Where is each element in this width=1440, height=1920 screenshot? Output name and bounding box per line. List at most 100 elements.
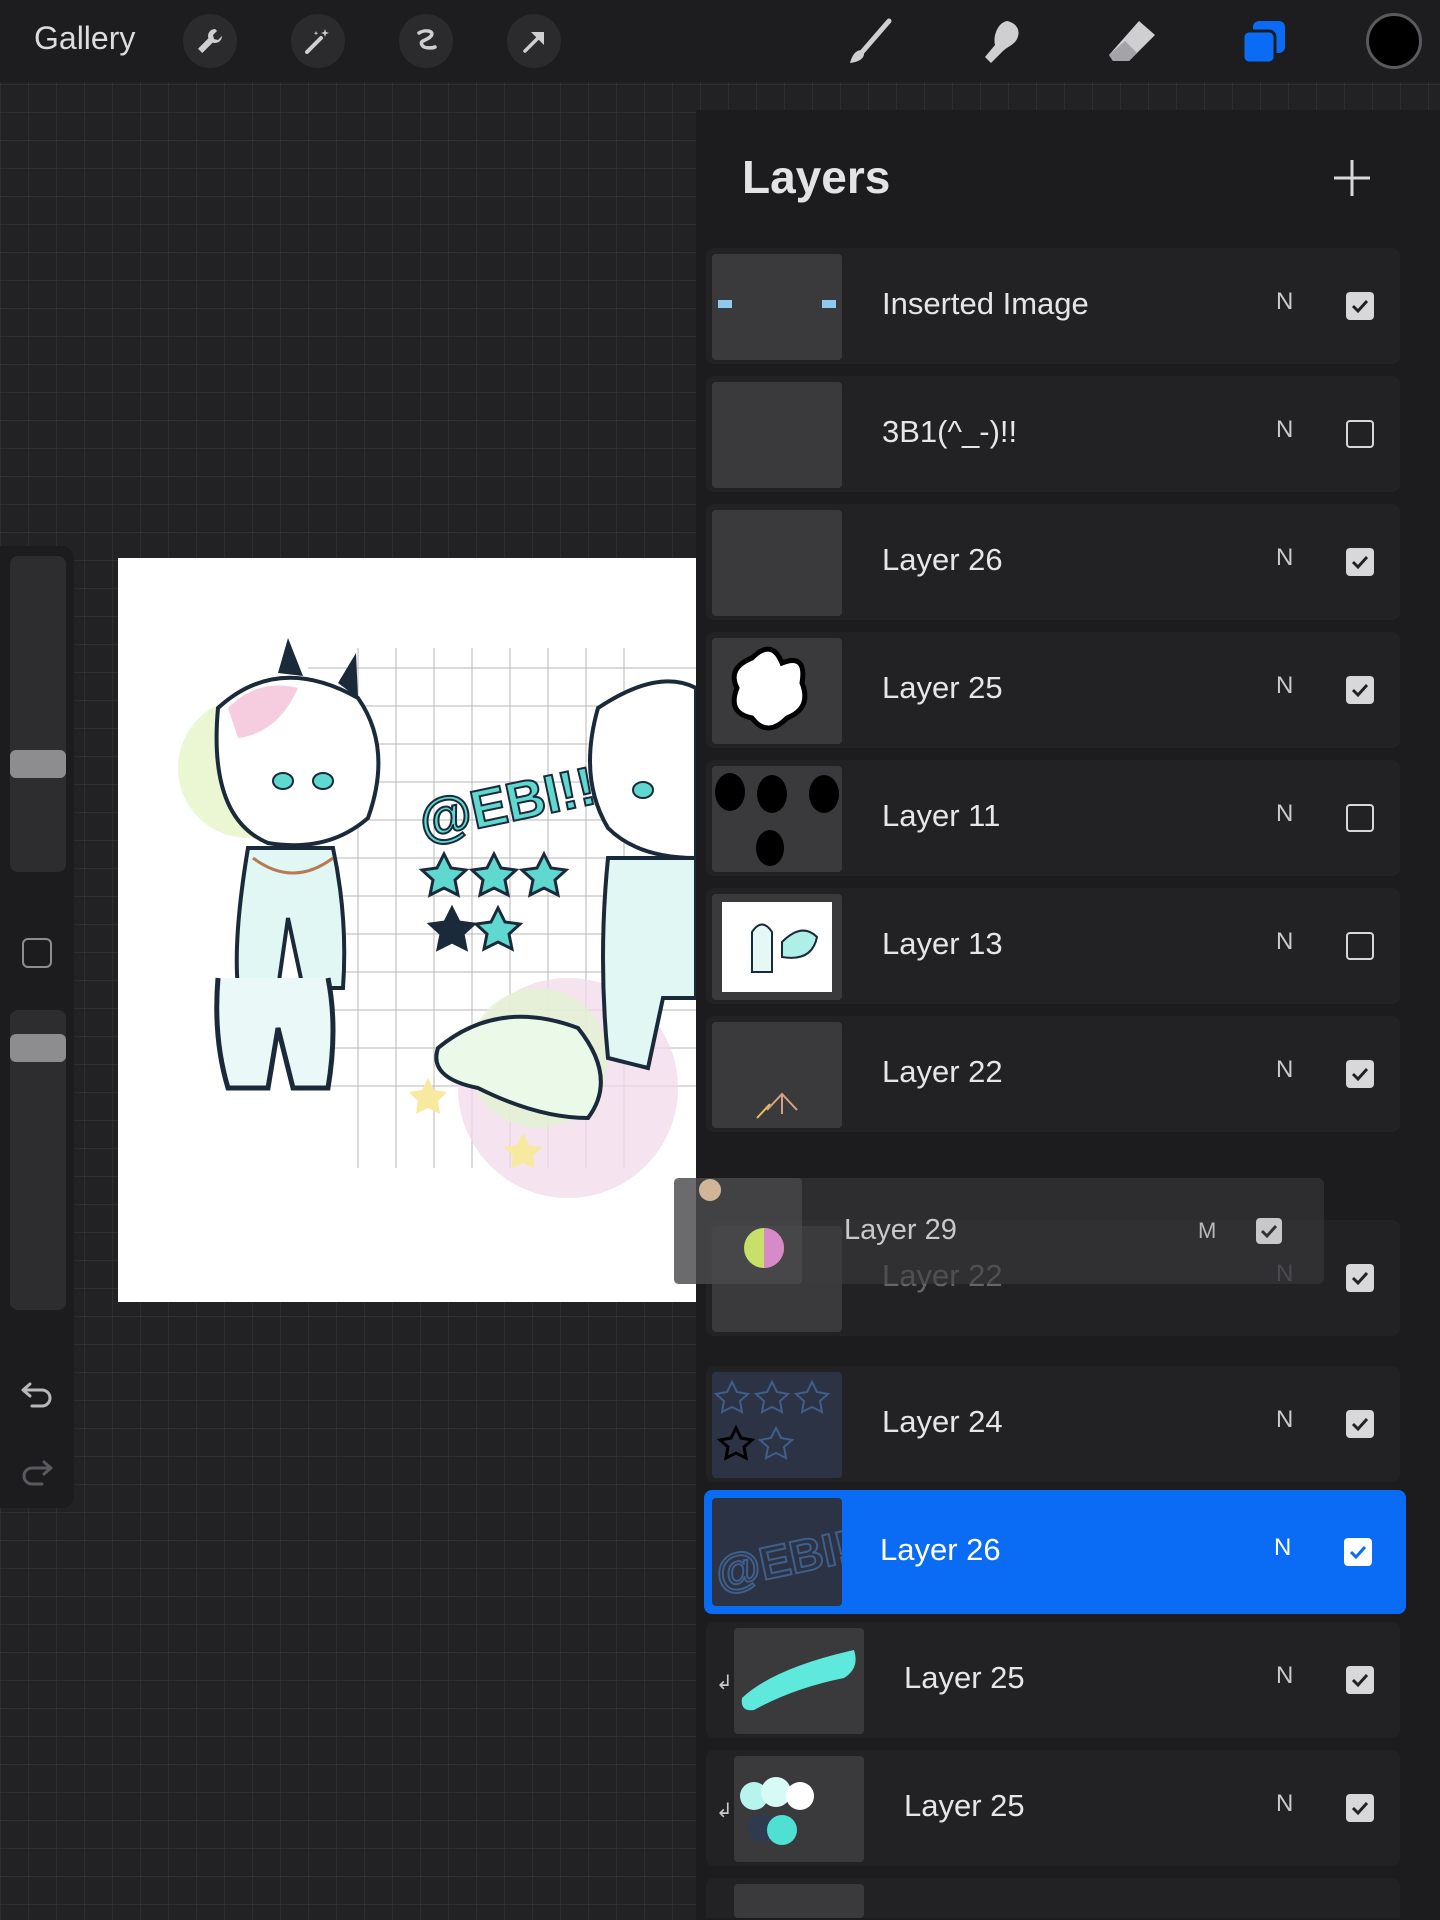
- check-icon: [1351, 1673, 1369, 1688]
- check-icon: [1351, 1417, 1369, 1432]
- smudge-icon[interactable]: [974, 14, 1030, 70]
- blend-mode-label[interactable]: N: [1276, 1662, 1293, 1690]
- layer-thumbnail: [712, 382, 842, 488]
- layer-row-clipped[interactable]: ↲ Layer 25 N: [706, 1750, 1400, 1866]
- layer-name: Inserted Image: [882, 286, 1089, 321]
- brush-icon[interactable]: [842, 14, 898, 70]
- blend-mode-label[interactable]: N: [1276, 1056, 1293, 1084]
- visibility-checkbox[interactable]: [1346, 932, 1374, 960]
- layer-row-selected[interactable]: @EBI!! Layer 26 N: [704, 1490, 1406, 1614]
- canvas-artwork: @EBI!!: [178, 638, 696, 1198]
- brush-size-thumb[interactable]: [10, 750, 66, 778]
- color-swatch[interactable]: [1366, 13, 1422, 69]
- layer-row[interactable]: Layer 11 N: [706, 760, 1400, 876]
- layer-row[interactable]: Layer 13 N: [706, 888, 1400, 1004]
- blend-mode-label[interactable]: N: [1276, 800, 1293, 828]
- blend-mode-label[interactable]: N: [1274, 1534, 1291, 1562]
- brush-size-slider[interactable]: [10, 556, 66, 872]
- clipping-mask-icon: ↲: [716, 1800, 733, 1822]
- blend-mode-label[interactable]: N: [1276, 416, 1293, 444]
- svg-text:@EBI!!: @EBI!!: [712, 1517, 842, 1600]
- transform-arrow-icon[interactable]: [507, 14, 561, 68]
- magic-wand-icon[interactable]: [291, 14, 345, 68]
- layer-row-partial[interactable]: [706, 1878, 1400, 1918]
- visibility-checkbox[interactable]: [1346, 676, 1374, 704]
- blend-mode-label[interactable]: N: [1276, 288, 1293, 316]
- blend-mode-label[interactable]: M: [1198, 1218, 1216, 1244]
- layer-row-clipped[interactable]: ↲ Layer 25 N: [706, 1622, 1400, 1738]
- drawing-canvas[interactable]: @EBI!!: [118, 558, 696, 1302]
- add-layer-button[interactable]: [1330, 156, 1374, 200]
- check-icon: [1260, 1224, 1278, 1239]
- layer-thumbnail: [712, 1022, 842, 1128]
- check-icon: [1351, 1801, 1369, 1816]
- layer-name: Layer 25: [882, 670, 1003, 705]
- layer-thumbnail: [712, 1372, 842, 1478]
- gallery-button[interactable]: Gallery: [34, 20, 135, 57]
- modify-button[interactable]: [22, 938, 52, 968]
- canvas-title-text: @EBI!!: [413, 756, 600, 852]
- layer-thumbnail: @EBI!!: [712, 1498, 842, 1606]
- layer-row[interactable]: 3B1(^_-)!! N: [706, 376, 1400, 492]
- blend-mode-label[interactable]: N: [1276, 1406, 1293, 1434]
- check-icon: [1351, 1271, 1369, 1286]
- layers-panel: Layers Inserted Image N 3B1(^_-)!! N Lay…: [696, 110, 1440, 1920]
- layer-name: Layer 11: [882, 798, 1001, 833]
- layer-thumbnail: [734, 1884, 864, 1918]
- visibility-checkbox[interactable]: [1346, 1666, 1374, 1694]
- top-toolbar: Gallery: [0, 0, 1440, 82]
- check-icon: [1351, 299, 1369, 314]
- left-sidebar: [0, 546, 74, 1508]
- visibility-checkbox[interactable]: [1346, 292, 1374, 320]
- layer-thumbnail: [674, 1178, 802, 1284]
- check-icon: [1351, 683, 1369, 698]
- layers-title: Layers: [742, 151, 891, 203]
- layer-thumbnail: [712, 766, 842, 872]
- check-icon: [1351, 1067, 1369, 1082]
- check-icon: [1351, 555, 1369, 570]
- wrench-icon[interactable]: [183, 14, 237, 68]
- visibility-checkbox[interactable]: [1256, 1218, 1282, 1244]
- visibility-checkbox[interactable]: [1346, 548, 1374, 576]
- layer-thumbnail: [712, 254, 842, 360]
- plus-icon: [1334, 160, 1370, 196]
- blend-mode-label[interactable]: N: [1276, 672, 1293, 700]
- layer-name: Layer 25: [904, 1788, 1025, 1823]
- visibility-checkbox[interactable]: [1346, 1794, 1374, 1822]
- layer-thumbnail: [734, 1628, 864, 1734]
- dragging-layer[interactable]: Layer 29 M: [674, 1178, 1324, 1284]
- layer-thumbnail: [734, 1756, 864, 1862]
- layers-icon[interactable]: [1236, 14, 1292, 70]
- layer-row[interactable]: Layer 25 N: [706, 632, 1400, 748]
- visibility-checkbox[interactable]: [1346, 420, 1374, 448]
- layer-row[interactable]: Layer 22 N: [706, 1016, 1400, 1132]
- selection-icon[interactable]: [399, 14, 453, 68]
- blend-mode-label[interactable]: N: [1276, 928, 1293, 956]
- layer-thumbnail: [712, 894, 842, 1000]
- clipping-mask-icon: ↲: [716, 1672, 733, 1694]
- visibility-checkbox[interactable]: [1344, 1538, 1372, 1566]
- layer-name: Layer 22: [882, 1054, 1003, 1089]
- redo-icon[interactable]: [20, 1456, 54, 1491]
- layer-name: Layer 13: [882, 926, 1003, 961]
- visibility-checkbox[interactable]: [1346, 1264, 1374, 1292]
- layer-row[interactable]: Inserted Image N: [706, 248, 1400, 364]
- layer-name: Layer 26: [882, 542, 1003, 577]
- layer-row[interactable]: Layer 24 N: [706, 1366, 1400, 1482]
- check-icon: [1349, 1545, 1367, 1560]
- undo-icon[interactable]: [20, 1378, 54, 1413]
- layer-name: Layer 26: [880, 1532, 1001, 1567]
- eraser-icon[interactable]: [1104, 14, 1160, 70]
- visibility-checkbox[interactable]: [1346, 1060, 1374, 1088]
- visibility-checkbox[interactable]: [1346, 804, 1374, 832]
- blend-mode-label[interactable]: N: [1276, 544, 1293, 572]
- layer-thumbnail: [712, 638, 842, 744]
- opacity-thumb[interactable]: [10, 1034, 66, 1062]
- layer-name: 3B1(^_-)!!: [882, 414, 1018, 449]
- visibility-checkbox[interactable]: [1346, 1410, 1374, 1438]
- layer-name: Layer 29: [844, 1214, 957, 1246]
- layer-thumbnail: [712, 510, 842, 616]
- blend-mode-label[interactable]: N: [1276, 1790, 1293, 1818]
- layer-name: Layer 24: [882, 1404, 1003, 1439]
- layer-row[interactable]: Layer 26 N: [706, 504, 1400, 620]
